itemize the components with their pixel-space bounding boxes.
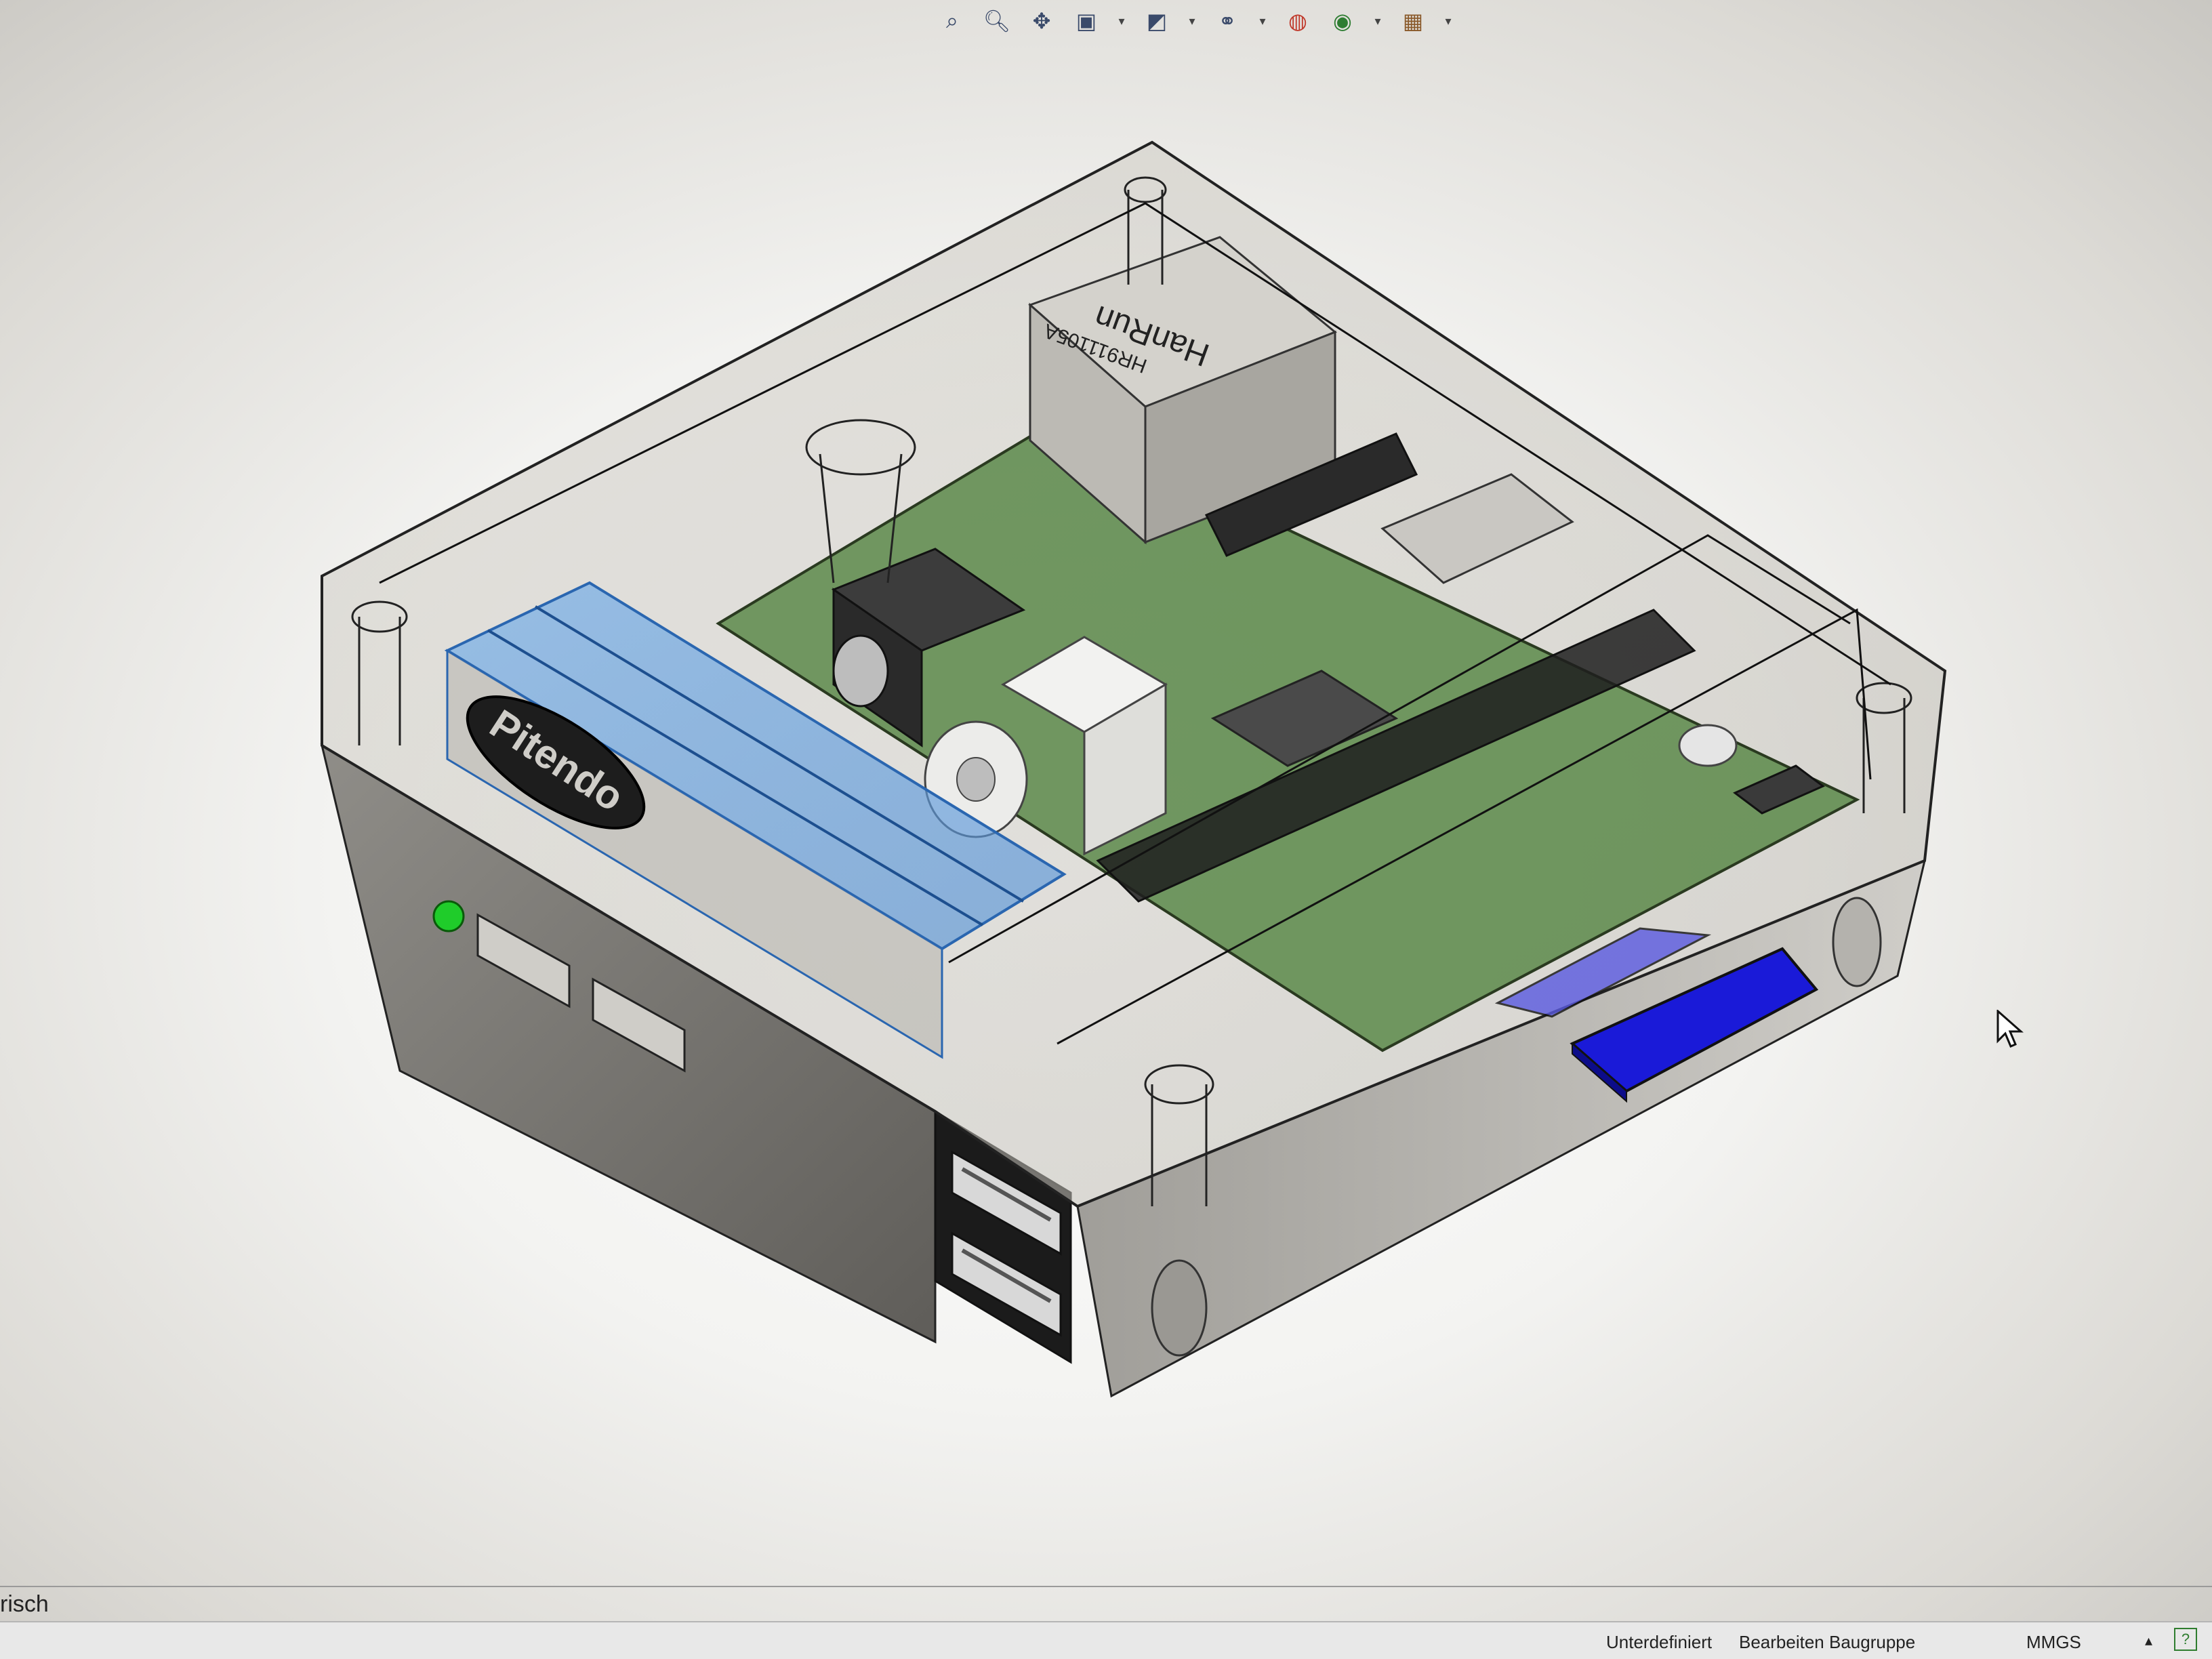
- chevron-down-icon[interactable]: ▾: [1114, 5, 1129, 37]
- view-orientation-icon[interactable]: ◩: [1140, 5, 1174, 37]
- appearance-icon[interactable]: ◍: [1281, 5, 1315, 37]
- unit-system[interactable]: MMGS: [2026, 1632, 2081, 1653]
- definition-state: Unterdefiniert: [1606, 1632, 1713, 1652]
- chevron-down-icon[interactable]: ▾: [1441, 5, 1456, 37]
- assembly-model: HanRun HR911105A Pitendo: [320, 140, 1947, 1398]
- scene-icon[interactable]: ◉: [1326, 5, 1359, 37]
- cad-screen: ⌕ 🔍︎ ✥ ▣ ▾ ◩ ▾ ⚭ ▾ ◍ ◉ ▾ ▦ ▾ HanRun HR91…: [0, 0, 2212, 1659]
- chevron-down-icon[interactable]: ▾: [1185, 5, 1200, 37]
- capacitor: [1678, 724, 1738, 767]
- zoom-area-icon[interactable]: 🔍︎: [980, 5, 1014, 37]
- mouse-pointer-icon: [1996, 1008, 2024, 1051]
- foot-hole: [1151, 1259, 1208, 1357]
- pan-icon[interactable]: ✥: [1025, 5, 1059, 37]
- graphics-viewport[interactable]: HanRun HR911105A Pitendo: [0, 42, 2212, 1594]
- message-text: risch: [0, 1591, 49, 1617]
- section-view-icon[interactable]: ▣: [1069, 5, 1103, 37]
- help-icon[interactable]: ?: [2174, 1628, 2197, 1651]
- chevron-down-icon[interactable]: ▾: [1370, 5, 1385, 37]
- unit-system-dropdown-icon[interactable]: ▴: [2145, 1632, 2152, 1650]
- message-bar: risch: [0, 1586, 2212, 1622]
- edit-mode: Bearbeiten Baugruppe: [1739, 1632, 1916, 1652]
- display-style-icon[interactable]: ⚭: [1210, 5, 1244, 37]
- chevron-down-icon[interactable]: ▾: [1255, 5, 1270, 37]
- view-settings-icon[interactable]: ▦: [1396, 5, 1430, 37]
- status-bar: Unterdefiniert Bearbeiten Baugruppe MMGS…: [0, 1621, 2212, 1659]
- power-led: [432, 900, 465, 933]
- view-toolbar: ⌕ 🔍︎ ✥ ▣ ▾ ◩ ▾ ⚭ ▾ ◍ ◉ ▾ ▦ ▾: [935, 0, 1545, 42]
- foot-hole: [1832, 897, 1882, 987]
- zoom-to-fit-icon[interactable]: ⌕: [935, 5, 969, 37]
